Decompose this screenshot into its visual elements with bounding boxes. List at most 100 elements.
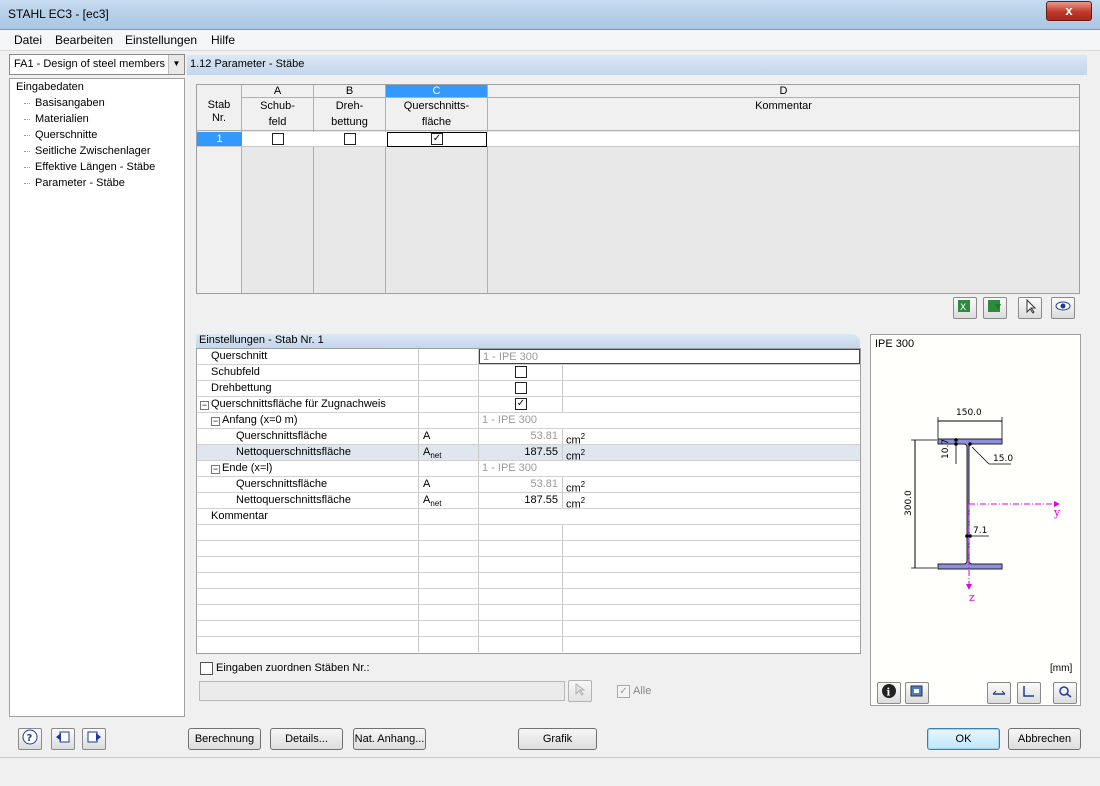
querschnitt-field[interactable]: 1 - IPE 300 <box>479 349 860 364</box>
tree-item-effektive-laengen[interactable]: Effektive Längen - Stäbe <box>35 161 155 173</box>
header-col-b[interactable]: B <box>314 85 386 98</box>
settings-row-anfang-anet: Nettoquerschnittsfläche Anet 187.55 cm2 <box>197 445 860 463</box>
settings-table: Querschnitt 1 - IPE 300 Schubfeld Drehbe… <box>196 348 861 654</box>
empty-row <box>197 621 860 637</box>
axes-icon[interactable] <box>1017 682 1041 704</box>
header-col-c[interactable]: C <box>386 85 488 98</box>
schubfeld-checkbox[interactable] <box>272 133 284 145</box>
dim-web: 7.1 <box>973 526 987 536</box>
section-header: 1.12 Parameter - Stäbe <box>187 55 1087 75</box>
anfang-a-value: 53.81 <box>479 429 563 444</box>
schubfeld-setting-checkbox[interactable] <box>515 366 527 378</box>
abbrechen-button[interactable]: Abbrechen <box>1008 728 1081 750</box>
empty-row <box>197 589 860 605</box>
settings-row-ende-a: Querschnittsfläche A 53.81 cm2 <box>197 477 860 495</box>
unit-label: [mm] <box>1050 663 1073 674</box>
excel-export-icon[interactable]: X <box>953 297 977 319</box>
header-kommentar: Kommentar <box>488 98 1079 131</box>
next-table-icon[interactable] <box>82 728 106 750</box>
settings-row-ende: − Ende (x=l) 1 - IPE 300 <box>197 461 860 477</box>
menu-datei[interactable]: Datei <box>14 33 42 47</box>
anfang-anet-value[interactable]: 187.55 <box>479 445 563 460</box>
settings-row-anfang-a: Querschnittsfläche A 53.81 cm2 <box>197 429 860 447</box>
module-select-value: FA1 - Design of steel members a <box>14 58 175 70</box>
dimension-icon[interactable] <box>987 682 1011 704</box>
row-number[interactable]: 1 <box>197 132 242 146</box>
info-icon[interactable]: i <box>877 682 901 704</box>
tree-item-parameter[interactable]: Parameter - Stäbe <box>35 177 125 189</box>
window-title: STAHL EC3 - [ec3] <box>8 7 109 21</box>
chevron-down-icon[interactable]: ▼ <box>168 55 184 74</box>
tree-item-querschnitte[interactable]: Querschnitte <box>35 129 97 141</box>
tree-item-zwischenlager[interactable]: Seitliche Zwischenlager <box>35 145 151 157</box>
status-bar <box>0 757 1100 786</box>
table-row: 1 ✓ <box>197 132 1079 147</box>
header-drehbettung: Dreh- bettung <box>314 98 386 131</box>
pick-members-icon[interactable] <box>568 680 592 702</box>
view-eye-icon[interactable] <box>1051 297 1075 319</box>
help-icon[interactable]: ? <box>18 728 42 750</box>
svg-text:i: i <box>887 688 891 699</box>
menu-einstellungen[interactable]: Einstellungen <box>125 33 197 47</box>
anfang-querschnitt[interactable]: 1 - IPE 300 <box>479 413 860 428</box>
module-select[interactable]: FA1 - Design of steel members a ▼ <box>9 54 185 75</box>
ok-button[interactable]: OK <box>927 728 1000 750</box>
collapse-icon[interactable]: − <box>211 465 220 474</box>
assign-checkbox[interactable] <box>200 662 213 675</box>
dim-radius: 15.0 <box>993 454 1013 464</box>
empty-row <box>197 573 860 589</box>
drehbettung-checkbox[interactable] <box>344 133 356 145</box>
assign-input[interactable] <box>199 681 565 701</box>
collapse-icon[interactable]: − <box>200 401 209 410</box>
ende-a-value: 53.81 <box>479 477 563 492</box>
settings-row-schubfeld: Schubfeld <box>197 365 860 381</box>
svg-text:?: ? <box>27 733 33 744</box>
excel-import-icon[interactable] <box>983 297 1007 319</box>
header-schubfeld: Schub- feld <box>242 98 314 131</box>
grid-toolbar: X <box>196 294 1080 322</box>
axis-z-label: z <box>969 591 975 604</box>
previous-table-icon[interactable] <box>51 728 75 750</box>
ende-anet-value[interactable]: 187.55 <box>479 493 563 508</box>
drehbettung-setting-checkbox[interactable] <box>515 382 527 394</box>
section-settings-icon[interactable] <box>905 682 929 704</box>
empty-row <box>197 557 860 573</box>
header-col-a[interactable]: A <box>242 85 314 98</box>
empty-row <box>197 541 860 557</box>
dim-height: 300.0 <box>904 490 914 516</box>
zugnachweis-checkbox[interactable]: ✓ <box>515 398 527 410</box>
menu-hilfe[interactable]: Hilfe <box>211 33 235 47</box>
header-querschnittsflaeche: Querschnitts- fläche <box>386 98 488 131</box>
select-pointer-icon[interactable] <box>1018 297 1042 319</box>
tree-root[interactable]: Eingabedaten <box>16 81 84 93</box>
details-button[interactable]: Details... <box>270 728 343 750</box>
header-stab: Stab Nr. <box>197 85 242 131</box>
tree-item-basisangaben[interactable]: Basisangaben <box>35 97 105 109</box>
empty-row <box>197 605 860 621</box>
close-button[interactable]: x <box>1046 1 1092 21</box>
reset-view-icon[interactable] <box>1053 682 1077 704</box>
empty-row <box>197 637 860 653</box>
berechnung-button[interactable]: Berechnung <box>188 728 261 750</box>
dim-width: 150.0 <box>956 408 982 418</box>
settings-row-drehbettung: Drehbettung <box>197 381 860 397</box>
menu-bearbeiten[interactable]: Bearbeiten <box>55 33 113 47</box>
grafik-button[interactable]: Grafik <box>518 728 597 750</box>
empty-row <box>197 525 860 541</box>
title-bar: STAHL EC3 - [ec3] x <box>0 0 1100 30</box>
querschnittsflaeche-checkbox[interactable]: ✓ <box>431 133 443 145</box>
alle-checkbox[interactable]: ✓ <box>617 685 630 698</box>
settings-row-ende-anet: Nettoquerschnittsfläche Anet 187.55 cm2 <box>197 493 860 511</box>
settings-row-querschnitt: Querschnitt 1 - IPE 300 <box>197 349 860 365</box>
svg-text:X: X <box>960 303 966 313</box>
kommentar-field[interactable] <box>479 509 860 524</box>
tree-item-materialien[interactable]: Materialien <box>35 113 89 125</box>
nat-anhang-button[interactable]: Nat. Anhang... <box>353 728 426 750</box>
kommentar-cell[interactable] <box>488 132 1079 146</box>
ende-querschnitt[interactable]: 1 - IPE 300 <box>479 461 860 476</box>
collapse-icon[interactable]: − <box>211 417 220 426</box>
navigation-tree: Eingabedaten Basisangaben Materialien Qu… <box>9 78 185 717</box>
settings-row-anfang: − Anfang (x=0 m) 1 - IPE 300 <box>197 413 860 429</box>
header-col-d[interactable]: D <box>488 85 1079 98</box>
assign-label: Eingaben zuordnen Stäben Nr.: <box>216 662 370 674</box>
